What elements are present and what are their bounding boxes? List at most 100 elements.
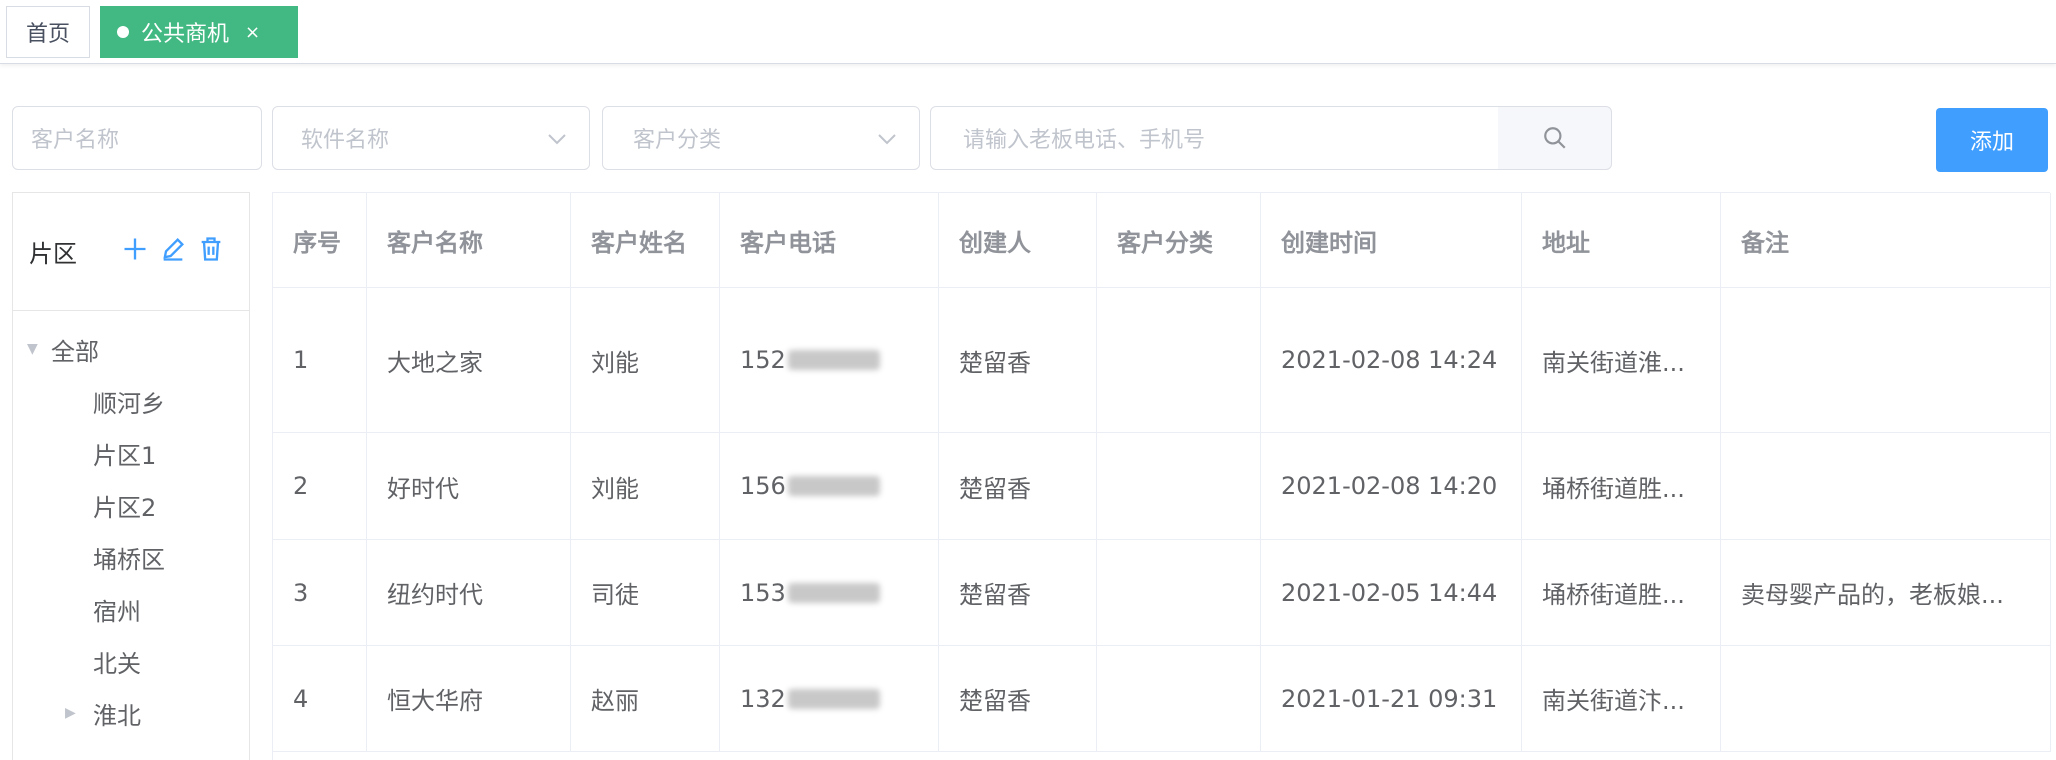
cell-phone: 152 [720,288,939,432]
column-header: 创建时间 [1261,193,1522,287]
tree-node[interactable]: 北关 [13,635,249,687]
cell-index: 2 [273,433,367,539]
customer-name-input[interactable]: 客户名称 [12,106,262,170]
search-button[interactable] [1498,106,1612,170]
table-row[interactable]: 3 纽约时代 司徒 153 楚留香 2021-02-05 14:44 埇桥街道胜… [273,540,2051,646]
tree-node[interactable]: 片区1 [13,427,249,479]
cell-phone: 156 [720,433,939,539]
column-header: 客户姓名 [571,193,720,287]
cell-customer-name: 纽约时代 [367,540,571,645]
cell-phone: 153 [720,540,939,645]
tree-node[interactable]: 顺河乡 [13,375,249,427]
tab-public-opportunities[interactable]: 公共商机 × [100,6,298,58]
tab-home[interactable]: 首页 [6,6,90,58]
redacted-phone [787,476,880,496]
caret-down-icon[interactable]: ▼ [27,341,51,357]
tree-node-all[interactable]: ▼ 全部 [13,323,249,375]
software-name-placeholder: 软件名称 [301,128,390,153]
phone-prefix: 156 [740,472,786,500]
cell-remark: 卖母婴产品的，老板娘... [1721,540,2051,645]
customer-category-select[interactable]: 客户分类 [602,106,920,170]
cell-address: 埇桥街道胜... [1522,433,1721,539]
cell-creator: 楚留香 [939,646,1097,751]
edit-icon[interactable] [159,235,187,263]
column-header: 客户分类 [1097,193,1261,287]
cell-index: 3 [273,540,367,645]
cell-customer-name: 大地之家 [367,288,571,432]
tree-node[interactable]: 宿州 [13,583,249,635]
add-button-label: 添加 [1969,130,2014,155]
column-header: 客户电话 [720,193,939,287]
customer-category-placeholder: 客户分类 [633,128,722,153]
cell-address: 埇桥街道胜... [1522,540,1721,645]
cell-contact: 刘能 [571,288,720,432]
column-header: 备注 [1721,193,2051,287]
tab-home-label: 首页 [25,22,70,47]
close-icon[interactable]: × [245,22,260,43]
cell-creator: 楚留香 [939,540,1097,645]
customer-name-placeholder: 客户名称 [31,128,120,153]
tree-node[interactable]: 片区2 [13,479,249,531]
cell-address: 南关街道淮... [1522,288,1721,432]
column-header: 序号 [273,193,367,287]
tab-bar: 首页 公共商机 × [0,0,2056,64]
phone-prefix: 153 [740,578,786,607]
cell-created-time: 2021-02-08 14:24 [1261,288,1522,432]
cell-created-time: 2021-02-08 14:20 [1261,433,1522,539]
region-panel: 片区 ▼ 全部 顺河乡 片区1 片区2 埇桥区 宿州 北关 ▶ 淮北 [12,192,250,760]
active-dot-icon [117,26,129,38]
chevron-down-icon [878,134,896,145]
phone-search-input[interactable]: 请输入老板电话、手机号 [930,106,1500,170]
table-header-row: 序号 客户名称 客户姓名 客户电话 创建人 客户分类 创建时间 地址 备注 [273,193,2051,288]
cell-category [1097,646,1261,751]
tree-node-label: 北关 [93,649,141,678]
plus-icon[interactable] [121,235,149,263]
table-row[interactable]: 2 好时代 刘能 156 楚留香 2021-02-08 14:20 埇桥街道胜.… [273,433,2051,540]
tree-node-label: 片区2 [93,493,157,522]
tree-node[interactable]: 埇桥区 [13,531,249,583]
chevron-down-icon [548,134,566,145]
phone-prefix: 152 [740,346,786,374]
tree-node-label: 宿州 [93,597,141,626]
tree-node-label: 淮北 [93,701,141,730]
region-panel-header: 片区 [13,193,249,311]
cell-remark [1721,288,2051,432]
search-icon [1543,127,1566,149]
phone-search-placeholder: 请输入老板电话、手机号 [963,128,1206,153]
tree-node-label: 埇桥区 [93,545,165,574]
cell-contact: 赵丽 [571,646,720,751]
tab-active-label: 公共商机 [141,22,230,47]
cell-category [1097,540,1261,645]
cell-remark [1721,433,2051,539]
table-row[interactable]: 1 大地之家 刘能 152 楚留香 2021-02-08 14:24 南关街道淮… [273,288,2051,433]
redacted-phone [787,688,880,709]
cell-customer-name: 好时代 [367,433,571,539]
redacted-phone [787,350,880,370]
region-tree: ▼ 全部 顺河乡 片区1 片区2 埇桥区 宿州 北关 ▶ 淮北 [13,323,249,739]
phone-prefix: 132 [740,684,786,713]
tree-node-huaibei[interactable]: ▶ 淮北 [13,687,249,739]
cell-index: 1 [273,288,367,432]
column-header: 创建人 [939,193,1097,287]
redacted-phone [787,582,880,603]
customer-table: 序号 客户名称 客户姓名 客户电话 创建人 客户分类 创建时间 地址 备注 1 … [272,192,2051,760]
caret-right-icon[interactable]: ▶ [65,705,93,721]
cell-customer-name: 恒大华府 [367,646,571,751]
column-header: 客户名称 [367,193,571,287]
cell-category [1097,433,1261,539]
cell-created-time: 2021-01-21 09:31 [1261,646,1522,751]
table-row[interactable]: 4 恒大华府 赵丽 132 楚留香 2021-01-21 09:31 南关街道汴… [273,646,2051,752]
cell-category [1097,288,1261,432]
cell-contact: 刘能 [571,433,720,539]
region-panel-title: 片区 [29,240,77,268]
delete-icon[interactable] [197,235,225,263]
cell-address: 南关街道汴... [1522,646,1721,751]
cell-contact: 司徒 [571,540,720,645]
cell-creator: 楚留香 [939,433,1097,539]
software-name-select[interactable]: 软件名称 [272,106,590,170]
cell-created-time: 2021-02-05 14:44 [1261,540,1522,645]
tree-node-label: 片区1 [93,441,157,470]
cell-remark [1721,646,2051,751]
tree-node-label: 顺河乡 [93,389,165,418]
add-button[interactable]: 添加 [1936,108,2048,172]
